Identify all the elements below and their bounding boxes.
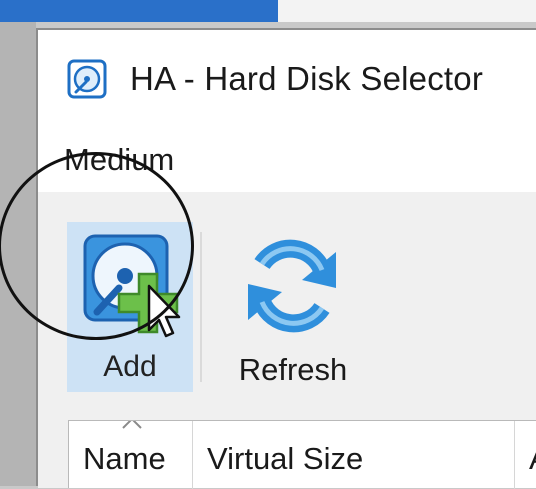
add-disk-icon bbox=[83, 234, 181, 338]
toolbar-separator bbox=[200, 232, 202, 382]
column-header-virtual-size[interactable]: Virtual Size bbox=[193, 421, 515, 489]
refresh-button[interactable]: Refresh bbox=[218, 222, 368, 392]
background-window-area bbox=[278, 0, 536, 22]
column-header-name[interactable]: Name bbox=[69, 421, 193, 489]
column-header-third-label: A bbox=[529, 441, 536, 477]
background-window-titlebar bbox=[0, 0, 278, 22]
column-header-name-label: Name bbox=[83, 441, 166, 476]
refresh-icon bbox=[248, 239, 336, 333]
column-header-virtual-size-label: Virtual Size bbox=[207, 441, 364, 476]
add-label: Add bbox=[103, 350, 157, 383]
background-window-edge bbox=[0, 22, 36, 486]
hard-disk-icon bbox=[67, 59, 107, 99]
menu-medium[interactable]: Medium bbox=[64, 142, 174, 178]
hard-disk-selector-dialog: HA - Hard Disk Selector Medium Add Refre… bbox=[36, 28, 536, 489]
toolbar: Add Refresh bbox=[38, 192, 536, 412]
menu-bar: Medium bbox=[38, 132, 536, 192]
title-bar[interactable]: HA - Hard Disk Selector bbox=[38, 30, 536, 130]
add-button[interactable]: Add bbox=[67, 222, 193, 392]
media-list-area: Name Virtual Size A bbox=[38, 412, 536, 489]
column-header-third[interactable]: A bbox=[515, 421, 536, 489]
media-table[interactable]: Name Virtual Size A bbox=[68, 420, 536, 489]
sort-ascending-icon bbox=[122, 421, 142, 429]
window-title: HA - Hard Disk Selector bbox=[130, 60, 484, 97]
refresh-label: Refresh bbox=[238, 352, 348, 387]
